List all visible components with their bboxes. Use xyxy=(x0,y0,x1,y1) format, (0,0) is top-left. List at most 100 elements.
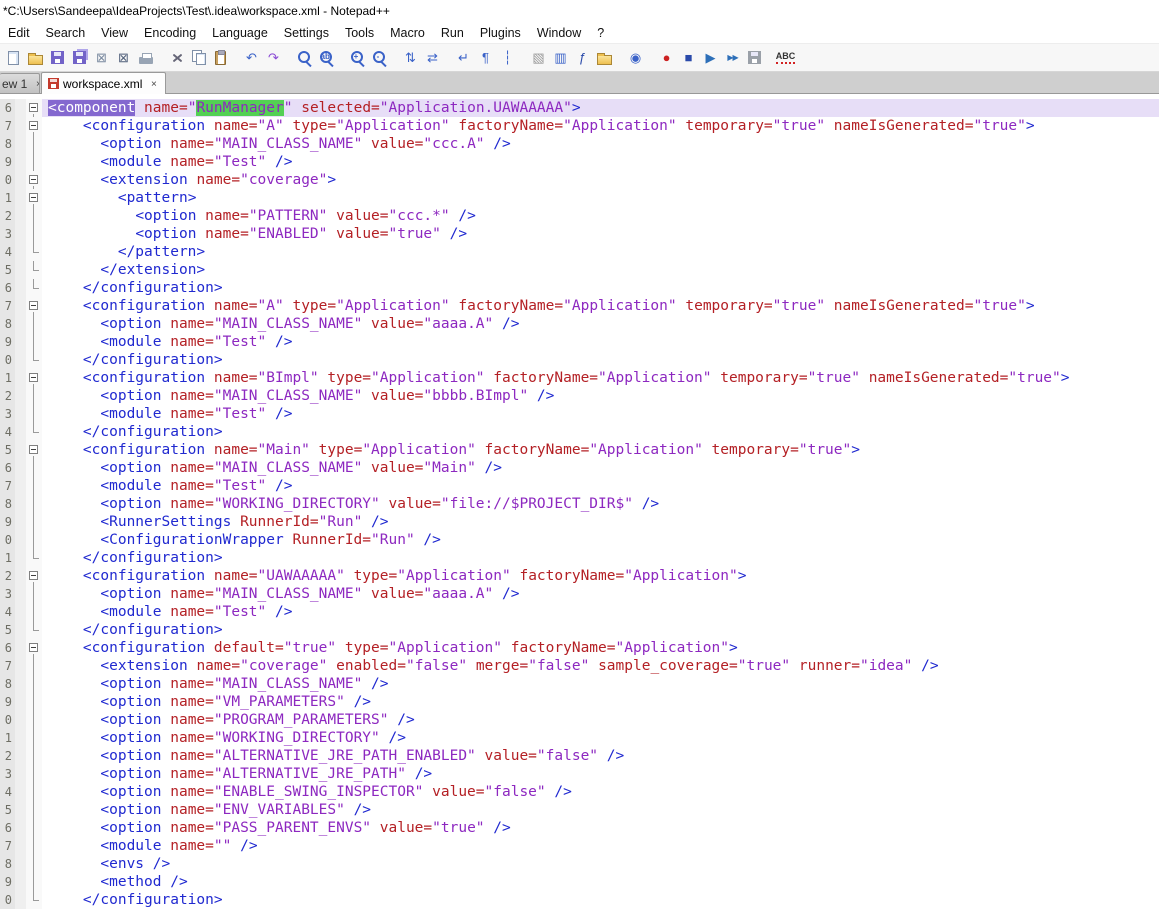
bookmark-margin[interactable] xyxy=(15,693,26,711)
bookmark-margin[interactable] xyxy=(15,315,26,333)
show-all-characters-icon[interactable]: ¶ xyxy=(475,47,496,68)
tab-close-icon[interactable]: × xyxy=(148,78,159,90)
tab-workspace-xml[interactable]: workspace.xml × xyxy=(41,72,167,94)
save-all-icon[interactable] xyxy=(69,47,90,68)
menu-item-search[interactable]: Search xyxy=(38,23,94,43)
zoom-in-icon[interactable]: + xyxy=(347,47,368,68)
word-wrap-icon[interactable]: ↵ xyxy=(453,47,474,68)
indent-guide-icon[interactable]: ┆ xyxy=(497,47,518,68)
bookmark-margin[interactable] xyxy=(15,261,26,279)
bookmark-margin[interactable] xyxy=(15,243,26,261)
bookmark-margin[interactable] xyxy=(15,369,26,387)
cut-icon[interactable] xyxy=(166,47,187,68)
editor[interactable]: 6 <component name="RunManager" selected="… xyxy=(0,94,1159,909)
print-icon[interactable] xyxy=(135,47,156,68)
fold-margin[interactable] xyxy=(26,189,42,207)
bookmark-margin[interactable] xyxy=(15,621,26,639)
bookmark-margin[interactable] xyxy=(15,819,26,837)
bookmark-margin[interactable] xyxy=(15,297,26,315)
folder-as-workspace-icon[interactable] xyxy=(594,47,615,68)
close-icon[interactable]: ⊠ xyxy=(91,47,112,68)
playback-macro-icon[interactable]: ▶ xyxy=(700,47,721,68)
bookmark-margin[interactable] xyxy=(15,549,26,567)
bookmark-margin[interactable] xyxy=(15,801,26,819)
stop-macro-icon[interactable]: ■ xyxy=(678,47,699,68)
bookmark-margin[interactable] xyxy=(15,567,26,585)
menu-item-tools[interactable]: Tools xyxy=(337,23,382,43)
fold-marker[interactable] xyxy=(29,193,38,202)
menu-item-settings[interactable]: Settings xyxy=(276,23,337,43)
menu-item-language[interactable]: Language xyxy=(204,23,276,43)
bookmark-margin[interactable] xyxy=(15,495,26,513)
menu-item-edit[interactable]: Edit xyxy=(0,23,38,43)
bookmark-margin[interactable] xyxy=(15,225,26,243)
fold-marker[interactable] xyxy=(29,103,38,112)
fold-margin[interactable] xyxy=(26,369,42,387)
bookmark-margin[interactable] xyxy=(15,855,26,873)
fold-marker[interactable] xyxy=(29,175,38,184)
fold-marker[interactable] xyxy=(29,643,38,652)
menu-item-window[interactable]: Window xyxy=(529,23,589,43)
fold-marker[interactable] xyxy=(29,121,38,130)
close-all-icon[interactable]: ⊠ xyxy=(113,47,134,68)
bookmark-margin[interactable] xyxy=(15,387,26,405)
bookmark-margin[interactable] xyxy=(15,423,26,441)
paste-icon[interactable] xyxy=(210,47,231,68)
bookmark-margin[interactable] xyxy=(15,279,26,297)
bookmark-margin[interactable] xyxy=(15,585,26,603)
bookmark-margin[interactable] xyxy=(15,639,26,657)
record-macro-icon[interactable]: ● xyxy=(656,47,677,68)
sync-vertical-icon[interactable]: ⇅ xyxy=(400,47,421,68)
bookmark-margin[interactable] xyxy=(15,153,26,171)
bookmark-margin[interactable] xyxy=(15,711,26,729)
bookmark-margin[interactable] xyxy=(15,441,26,459)
bookmark-margin[interactable] xyxy=(15,513,26,531)
menu-item-run[interactable]: Run xyxy=(433,23,472,43)
fold-margin[interactable] xyxy=(26,639,42,657)
menu-item-view[interactable]: View xyxy=(93,23,136,43)
zoom-out-icon[interactable]: - xyxy=(369,47,390,68)
bookmark-margin[interactable] xyxy=(15,675,26,693)
find-icon[interactable] xyxy=(294,47,315,68)
bookmark-margin[interactable] xyxy=(15,477,26,495)
fold-margin[interactable] xyxy=(26,297,42,315)
bookmark-margin[interactable] xyxy=(15,783,26,801)
bookmark-margin[interactable] xyxy=(15,837,26,855)
bookmark-margin[interactable] xyxy=(15,459,26,477)
fold-margin[interactable] xyxy=(26,99,42,117)
menu-item-macro[interactable]: Macro xyxy=(382,23,433,43)
bookmark-margin[interactable] xyxy=(15,405,26,423)
open-file-icon[interactable] xyxy=(25,47,46,68)
fold-marker[interactable] xyxy=(29,373,38,382)
function-list-icon[interactable]: ƒ xyxy=(572,47,593,68)
bookmark-margin[interactable] xyxy=(15,531,26,549)
bookmark-margin[interactable] xyxy=(15,873,26,891)
spell-check-icon[interactable]: ABC xyxy=(775,47,796,68)
fold-margin[interactable] xyxy=(26,171,42,189)
define-language-icon[interactable]: ▧ xyxy=(528,47,549,68)
monitoring-icon[interactable]: ◉ xyxy=(625,47,646,68)
menu-item-help[interactable]: ? xyxy=(589,23,612,43)
fold-margin[interactable] xyxy=(26,441,42,459)
new-file-icon[interactable] xyxy=(3,47,24,68)
undo-icon[interactable]: ↶ xyxy=(241,47,262,68)
fold-marker[interactable] xyxy=(29,445,38,454)
bookmark-margin[interactable] xyxy=(15,333,26,351)
bookmark-margin[interactable] xyxy=(15,99,26,117)
document-map-icon[interactable]: ▥ xyxy=(550,47,571,68)
fold-margin[interactable] xyxy=(26,567,42,585)
bookmark-margin[interactable] xyxy=(15,351,26,369)
save-macro-icon[interactable] xyxy=(744,47,765,68)
replace-icon[interactable]: ab xyxy=(316,47,337,68)
bookmark-margin[interactable] xyxy=(15,729,26,747)
bookmark-margin[interactable] xyxy=(15,171,26,189)
run-macro-multiple-icon[interactable]: ▶▶ xyxy=(722,47,743,68)
bookmark-margin[interactable] xyxy=(15,765,26,783)
tab-close-icon[interactable]: × xyxy=(33,78,39,90)
bookmark-margin[interactable] xyxy=(15,135,26,153)
bookmark-margin[interactable] xyxy=(15,657,26,675)
fold-marker[interactable] xyxy=(29,571,38,580)
bookmark-margin[interactable] xyxy=(15,117,26,135)
bookmark-margin[interactable] xyxy=(15,207,26,225)
save-icon[interactable] xyxy=(47,47,68,68)
